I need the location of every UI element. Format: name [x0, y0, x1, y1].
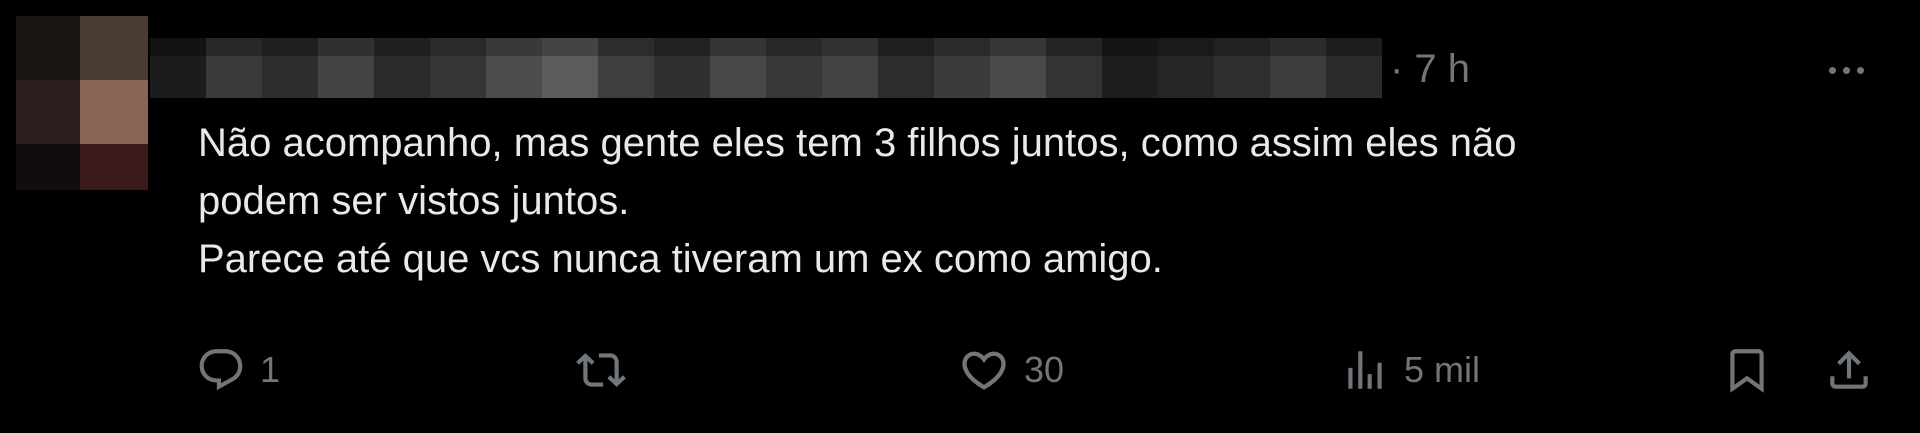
tweet: · 7 h Não acompanho, mas gente eles tem …	[0, 0, 1920, 433]
bookmark-icon	[1730, 349, 1764, 393]
share-button[interactable]	[1824, 340, 1874, 400]
avatar[interactable]	[16, 16, 148, 190]
timestamp[interactable]: · 7 h	[1390, 46, 1470, 92]
reply-count: 1	[260, 349, 281, 390]
tweet-text-line: Parece até que vcs nunca tiveram um ex c…	[198, 237, 1163, 281]
like-count: 30	[1024, 349, 1065, 390]
reply-bubble-icon	[199, 349, 243, 391]
more-dots-icon	[1828, 66, 1864, 74]
share-upload-icon	[1830, 350, 1868, 389]
tweet-text-line: podem ser vistos juntos.	[198, 179, 630, 223]
heart-icon	[962, 351, 1006, 390]
views-count: 5 mil	[1404, 349, 1481, 390]
tweet-text-line: Não acompanho, mas gente eles tem 3 filh…	[198, 121, 1517, 165]
author-handle-redacted	[150, 38, 1382, 56]
tweet-text: Não acompanho, mas gente eles tem 3 filh…	[198, 114, 1898, 288]
retweet-button[interactable]	[576, 340, 640, 400]
reply-button[interactable]: 1	[196, 340, 280, 400]
more-options-button[interactable]	[1818, 50, 1874, 90]
retweet-arrows-icon	[576, 353, 626, 387]
bookmark-button[interactable]	[1722, 340, 1772, 400]
action-bar: 1 30 5 mil	[0, 340, 1920, 400]
like-button[interactable]: 30	[958, 340, 1064, 400]
views-bar-chart-icon	[1348, 351, 1382, 389]
views-button[interactable]: 5 mil	[1340, 340, 1480, 400]
